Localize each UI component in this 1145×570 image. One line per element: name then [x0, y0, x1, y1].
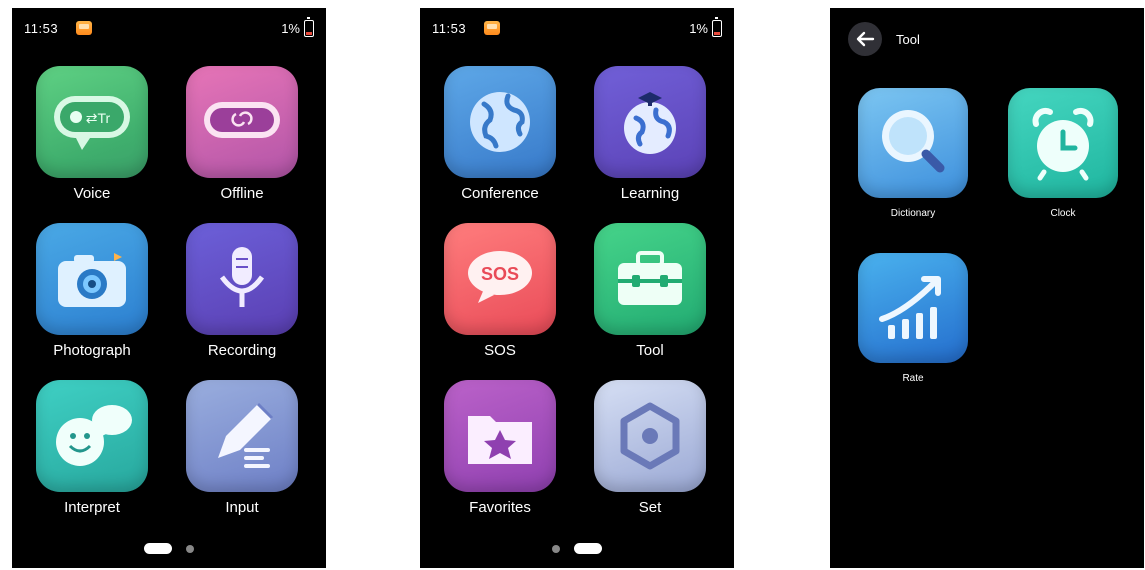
battery-icon [304, 17, 314, 37]
microphone-icon [186, 223, 298, 335]
status-time: 11:53 [432, 21, 467, 36]
notification-icon [484, 21, 500, 35]
tool-screen: Tool Dictionary Clock Rate [830, 8, 1144, 568]
app-label: Interpret [64, 499, 120, 516]
app-sos[interactable]: SOS SOS [430, 223, 570, 359]
battery-status: 1% [281, 17, 314, 37]
battery-icon [712, 17, 722, 37]
battery-percent: 1% [281, 21, 300, 36]
app-label: SOS [484, 342, 516, 359]
app-label: Offline [220, 185, 264, 202]
app-label: Photograph [53, 342, 131, 359]
app-label: Clock [1050, 208, 1076, 219]
status-bar: 11:53 1% [420, 8, 734, 48]
app-tool[interactable]: Tool [580, 223, 720, 359]
camera-icon [36, 223, 148, 335]
toolbox-icon [594, 223, 706, 335]
app-photograph[interactable]: Photograph [22, 223, 162, 359]
app-interpret[interactable]: Interpret [22, 380, 162, 516]
pencil-icon [186, 380, 298, 492]
interpret-icon [36, 380, 148, 492]
page-title: Tool [896, 31, 920, 47]
svg-text:⇄Tr: ⇄Tr [86, 110, 111, 126]
magnifier-icon [858, 88, 968, 198]
star-folder-icon [444, 380, 556, 492]
app-dictionary[interactable]: Dictionary [843, 88, 983, 219]
app-favorites[interactable]: Favorites [430, 380, 570, 516]
sos-icon: SOS [444, 223, 556, 335]
status-bar: 11:53 1% [12, 8, 326, 48]
settings-hexagon-icon [594, 380, 706, 492]
app-set[interactable]: Set [580, 380, 720, 516]
home-screen-page-2: 11:53 1% Conference Learning SOS SOS Too… [420, 8, 734, 568]
battery-percent: 1% [689, 21, 708, 36]
app-label: Voice [73, 185, 111, 202]
app-recording[interactable]: Recording [172, 223, 312, 359]
app-label: Favorites [469, 499, 531, 516]
alarm-clock-icon [1008, 88, 1118, 198]
page-indicator [12, 543, 326, 554]
learning-globe-icon [594, 66, 706, 178]
home-screen-page-1: 11:53 1% ⇄Tr Voice Offline Photograph Re… [12, 8, 326, 568]
page-dot-1-active[interactable] [144, 543, 172, 554]
app-learning[interactable]: Learning [580, 66, 720, 202]
tool-header: Tool [848, 22, 920, 56]
app-label: Input [225, 499, 259, 516]
svg-text:SOS: SOS [481, 264, 519, 284]
notification-icon [76, 21, 92, 35]
page-dot-2[interactable] [186, 544, 194, 553]
app-label: Conference [461, 185, 539, 202]
globe-icon [444, 66, 556, 178]
app-rate[interactable]: Rate [843, 253, 983, 384]
app-label: Set [638, 499, 662, 516]
app-label: Tool [636, 342, 664, 359]
app-clock[interactable]: Clock [993, 88, 1133, 219]
page-indicator [420, 543, 734, 554]
app-label: Recording [207, 342, 277, 359]
battery-status: 1% [689, 17, 722, 37]
app-offline[interactable]: Offline [172, 66, 312, 202]
app-voice[interactable]: ⇄Tr Voice [22, 66, 162, 202]
page-dot-2-active[interactable] [574, 543, 602, 554]
status-time: 11:53 [24, 21, 59, 36]
offline-icon [186, 66, 298, 178]
app-label: Rate [902, 373, 924, 384]
app-input[interactable]: Input [172, 380, 312, 516]
rate-chart-icon [858, 253, 968, 363]
app-conference[interactable]: Conference [430, 66, 570, 202]
back-arrow-icon[interactable] [848, 22, 882, 56]
voice-translate-icon: ⇄Tr [36, 66, 148, 178]
app-label: Learning [620, 185, 680, 202]
page-dot-1[interactable] [552, 544, 560, 553]
app-label: Dictionary [890, 208, 936, 219]
